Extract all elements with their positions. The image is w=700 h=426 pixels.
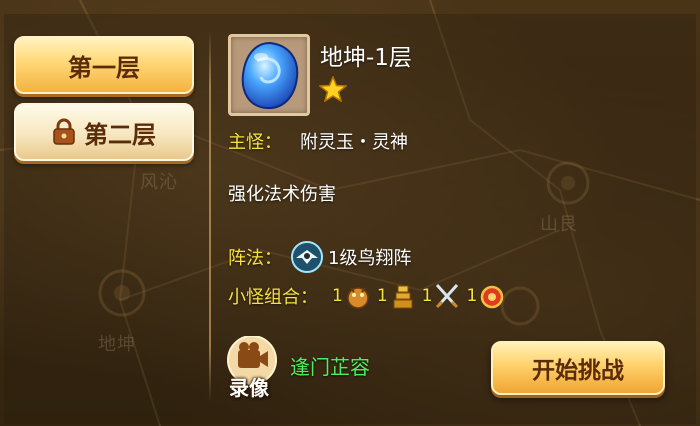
floor-tab-label: 第一层 <box>68 53 140 82</box>
panel-divider <box>209 30 211 402</box>
floor-tab-2[interactable]: 第二层 <box>14 103 194 161</box>
replay-player-name[interactable]: 逢门芷容 <box>290 351 370 380</box>
golden-tower-icon <box>393 285 413 309</box>
minions-label: 小怪组合： <box>228 287 318 308</box>
floor-tab-label: 第二层 <box>84 120 156 149</box>
start-challenge-button[interactable]: 开始挑战 <box>491 341 665 395</box>
minion-count: 1 <box>332 286 343 306</box>
formation-label: 阵法： <box>228 248 282 269</box>
boss-name: 附灵玉・灵神 <box>300 132 408 153</box>
replay-label[interactable]: 录像 <box>229 372 269 401</box>
red-orb-icon <box>481 285 504 309</box>
formation-icon <box>291 241 323 273</box>
formation-name: 1级鸟翔阵 <box>328 248 412 269</box>
formation-row: 阵法： 1级鸟翔阵 <box>228 240 411 274</box>
floor-tab-1[interactable]: 第一层 <box>14 36 194 94</box>
boss-label: 主怪： <box>228 132 282 153</box>
minion-count: 1 <box>376 286 388 306</box>
boss-row: 主怪： 附灵玉・灵神 <box>228 128 408 154</box>
minion-count: 1 <box>466 286 478 306</box>
stage-title: 地坤-1层 <box>320 45 412 71</box>
boss-portrait <box>228 34 310 116</box>
star-icon <box>319 76 347 102</box>
minion-count: 1 <box>421 286 433 306</box>
lock-icon <box>53 118 75 145</box>
blue-jade-icon <box>241 41 299 110</box>
start-challenge-label: 开始挑战 <box>532 358 624 384</box>
stage-description: 强化法术伤害 <box>228 184 336 205</box>
crossed-swords-icon <box>436 283 459 309</box>
minions-row: 小怪组合： 1 1 1 1 <box>228 282 505 310</box>
golden-beast-icon <box>347 287 369 309</box>
